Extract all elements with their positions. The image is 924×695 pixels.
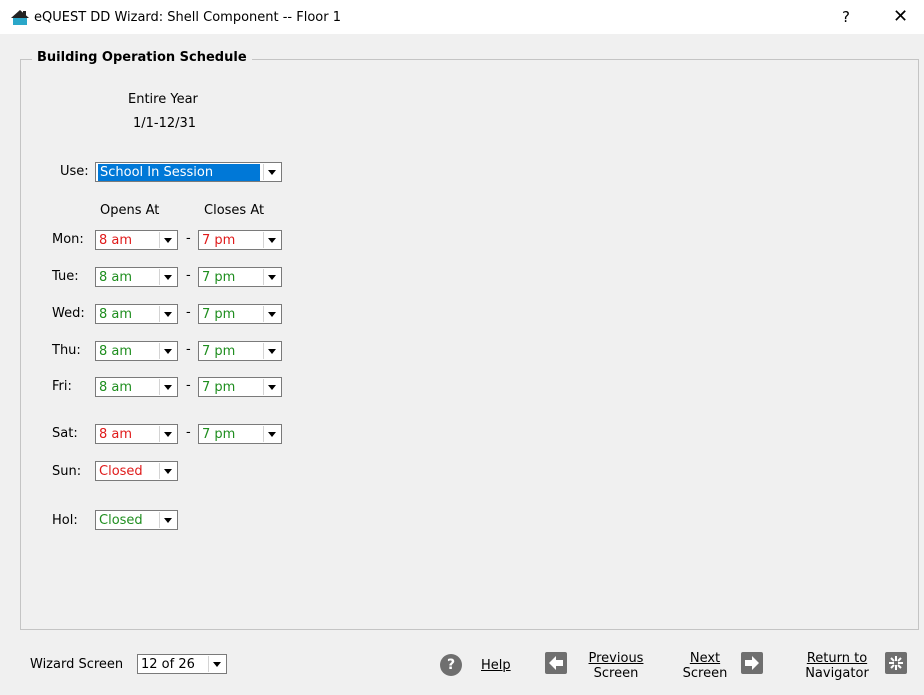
day-label: Wed: — [52, 306, 85, 321]
next-line2: Screen — [682, 666, 728, 681]
chevron-down-icon[interactable] — [159, 306, 176, 322]
closes-dropdown[interactable]: 7 pm — [198, 424, 282, 444]
separator-dash: - — [186, 378, 191, 393]
closes-header: Closes At — [204, 203, 265, 218]
separator-dash: - — [186, 268, 191, 283]
wizard-screen-label: Wizard Screen — [30, 657, 124, 672]
separator-dash: - — [186, 231, 191, 246]
chevron-down-icon[interactable] — [263, 164, 280, 180]
day-label: Tue: — [52, 269, 79, 284]
return-line1: Return to — [806, 651, 868, 666]
closes-dropdown[interactable]: 7 pm — [198, 267, 282, 287]
arrow-right-icon[interactable] — [741, 652, 763, 674]
opens-value: 8 am — [99, 380, 133, 395]
chevron-down-icon[interactable] — [159, 512, 176, 528]
help-button[interactable]: Help — [481, 658, 511, 673]
day-label: Fri: — [52, 379, 72, 394]
hol-dropdown[interactable]: Closed — [95, 510, 178, 530]
opens-dropdown[interactable]: 8 am — [95, 230, 178, 250]
closes-value: 7 pm — [202, 270, 236, 285]
title-bar: eQUEST DD Wizard: Shell Component -- Flo… — [0, 0, 924, 34]
close-button[interactable]: ✕ — [893, 6, 908, 27]
next-line1: Next — [689, 651, 721, 666]
day-label: Thu: — [52, 343, 81, 358]
chevron-down-icon[interactable] — [159, 379, 176, 395]
period-name: Entire Year — [128, 92, 198, 107]
closes-dropdown[interactable]: 7 pm — [198, 230, 282, 250]
chevron-down-icon[interactable] — [159, 343, 176, 359]
opens-dropdown[interactable]: 8 am — [95, 424, 178, 444]
chevron-down-icon[interactable] — [159, 269, 176, 285]
separator-dash: - — [186, 305, 191, 320]
opens-dropdown[interactable]: 8 am — [95, 304, 178, 324]
chevron-down-icon[interactable] — [263, 343, 280, 359]
hol-value: Closed — [99, 513, 143, 528]
closes-value: 7 pm — [202, 380, 236, 395]
opens-value: 8 am — [99, 233, 133, 248]
return-to-navigator-button[interactable]: Return to Navigator — [797, 651, 877, 681]
closes-value: 7 pm — [202, 307, 236, 322]
separator-dash: - — [186, 425, 191, 440]
app-icon — [11, 10, 29, 25]
chevron-down-icon[interactable] — [263, 306, 280, 322]
closes-dropdown[interactable]: 7 pm — [198, 377, 282, 397]
sun-label: Sun: — [52, 464, 82, 479]
opens-dropdown[interactable]: 8 am — [95, 377, 178, 397]
separator-dash: - — [186, 342, 191, 357]
opens-value: 8 am — [99, 307, 133, 322]
closes-dropdown[interactable]: 7 pm — [198, 304, 282, 324]
day-label: Sat: — [52, 426, 78, 441]
chevron-down-icon[interactable] — [263, 269, 280, 285]
chevron-down-icon[interactable] — [159, 426, 176, 442]
group-title: Building Operation Schedule — [32, 50, 252, 65]
use-label: Use: — [60, 164, 89, 179]
sun-dropdown[interactable]: Closed — [95, 461, 178, 481]
previous-screen-button[interactable]: Previous Screen — [578, 651, 654, 681]
opens-value: 8 am — [99, 427, 133, 442]
sun-value: Closed — [99, 464, 143, 479]
wizard-screen-dropdown[interactable]: 12 of 26 — [137, 654, 227, 674]
next-screen-button[interactable]: Next Screen — [677, 651, 733, 681]
opens-value: 8 am — [99, 344, 133, 359]
closes-value: 7 pm — [202, 344, 236, 359]
chevron-down-icon[interactable] — [159, 232, 176, 248]
chevron-down-icon[interactable] — [263, 426, 280, 442]
navigator-icon[interactable] — [885, 652, 907, 674]
opens-value: 8 am — [99, 270, 133, 285]
wizard-screen-value: 12 of 26 — [141, 657, 195, 672]
period-range: 1/1-12/31 — [133, 116, 197, 131]
context-help-button[interactable]: ? — [842, 8, 850, 26]
arrow-left-icon[interactable] — [545, 652, 567, 674]
chevron-down-icon[interactable] — [263, 232, 280, 248]
chevron-down-icon[interactable] — [263, 379, 280, 395]
day-label: Mon: — [52, 232, 84, 247]
help-icon[interactable]: ? — [440, 654, 462, 676]
chevron-down-icon[interactable] — [208, 656, 225, 672]
opens-dropdown[interactable]: 8 am — [95, 341, 178, 361]
chevron-down-icon[interactable] — [159, 463, 176, 479]
previous-line1: Previous — [588, 651, 644, 666]
return-line2: Navigator — [805, 666, 869, 681]
previous-line2: Screen — [593, 666, 639, 681]
use-dropdown[interactable]: School In Session — [95, 162, 282, 182]
closes-value: 7 pm — [202, 233, 236, 248]
closes-dropdown[interactable]: 7 pm — [198, 341, 282, 361]
opens-header: Opens At — [100, 203, 160, 218]
use-value: School In Session — [98, 164, 260, 181]
opens-dropdown[interactable]: 8 am — [95, 267, 178, 287]
closes-value: 7 pm — [202, 427, 236, 442]
window-title: eQUEST DD Wizard: Shell Component -- Flo… — [34, 10, 341, 25]
hol-label: Hol: — [52, 513, 78, 528]
